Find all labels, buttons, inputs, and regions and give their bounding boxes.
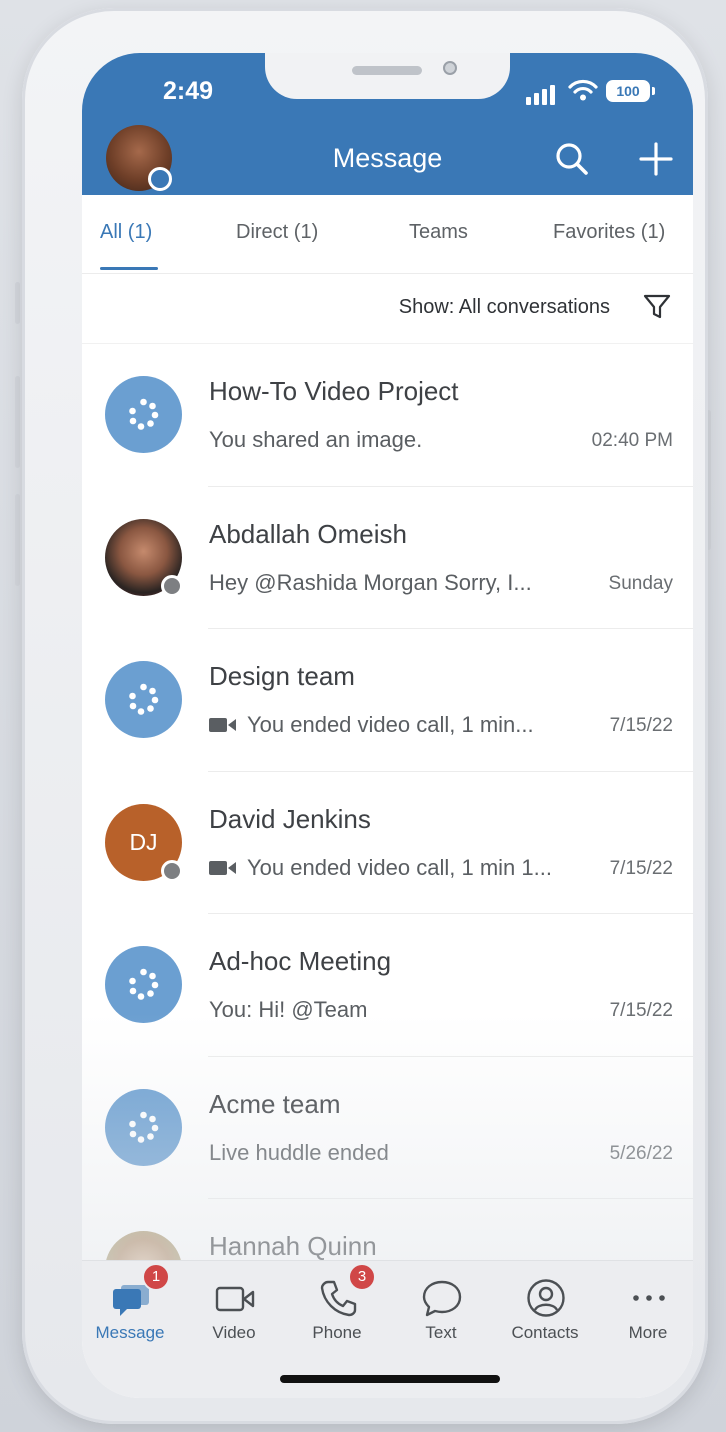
conversation-preview: Live huddle ended: [209, 1139, 389, 1165]
avatar-initials: DJ: [129, 828, 158, 855]
conversation-title: Hannah Quinn: [209, 1231, 377, 1261]
preview-text: You ended video call, 1 min...: [247, 712, 534, 737]
conversation-preview: You shared an image.: [209, 427, 423, 452]
mute-switch: [15, 282, 20, 324]
conversation-preview: You ended video call, 1 min...: [209, 712, 534, 738]
nav-video[interactable]: Video: [182, 1261, 286, 1361]
battery-tip: [652, 87, 655, 95]
nav-label: Contacts: [511, 1323, 579, 1342]
device-notch: [265, 53, 510, 99]
presence-indicator: [161, 859, 183, 882]
conversation-title: Design team: [209, 661, 355, 691]
conversation-time: 7/15/22: [609, 715, 673, 736]
more-dots-icon: [633, 1295, 665, 1301]
page-title: Message: [332, 143, 443, 173]
contacts-icon: [527, 1279, 565, 1317]
volume-down-button: [15, 494, 20, 586]
wifi-icon: [568, 79, 598, 101]
group-avatar: [105, 376, 182, 453]
nav-more[interactable]: More: [596, 1261, 693, 1361]
conversation-row[interactable]: DJ David Jenkins You ended video call, 1…: [82, 772, 693, 914]
conversation-preview: You: Hi! @Team: [209, 997, 368, 1022]
nav-label: Message: [95, 1323, 165, 1342]
filter-icon[interactable]: [643, 293, 671, 321]
conversation-time: 02:40 PM: [591, 430, 673, 451]
device-speaker: [352, 66, 422, 75]
nav-label: More: [628, 1323, 668, 1342]
status-time: 2:49: [162, 77, 214, 105]
video-camera-icon: [209, 860, 236, 875]
tab-teams[interactable]: Teams: [409, 221, 468, 244]
conversation-preview: Hey @Rashida Morgan Sorry, I...: [209, 569, 532, 595]
search-icon[interactable]: [552, 139, 592, 179]
initials-avatar: DJ: [105, 803, 183, 882]
nav-contacts[interactable]: Contacts: [493, 1261, 597, 1361]
conversation-title: How-To Video Project: [209, 376, 459, 406]
group-icon: [129, 683, 159, 715]
contact-avatar: [105, 518, 183, 597]
message-badge: 1: [142, 1263, 170, 1291]
conversation-list: How-To Video Project You shared an image…: [82, 344, 693, 1342]
home-indicator: [280, 1375, 500, 1383]
conversation-time: Sunday: [608, 572, 673, 594]
conversation-preview: You ended video call, 1 min 1...: [209, 855, 552, 881]
chat-bubble-icon: [422, 1280, 462, 1317]
filter-bar: Show: All conversations: [82, 273, 693, 344]
tab-favorites[interactable]: Favorites (1): [553, 221, 665, 244]
conversation-tabs: All (1) Direct (1) Teams Favorites (1): [82, 195, 693, 274]
battery-icon: 100: [606, 80, 650, 102]
conversation-title: Ad-hoc Meeting: [209, 946, 392, 976]
add-icon[interactable]: [636, 139, 676, 179]
video-camera-icon: [209, 718, 236, 732]
filter-label[interactable]: Show: All conversations: [399, 296, 610, 319]
tab-direct[interactable]: Direct (1): [236, 221, 318, 244]
app-screen: 2:49 100 Message All (1) Direct (1) Team…: [82, 53, 693, 1398]
conversation-row[interactable]: Acme team Live huddle ended 5/26/22: [82, 1057, 693, 1199]
group-avatar: [105, 661, 182, 738]
presence-indicator: [161, 574, 183, 597]
status-icons: 100: [526, 79, 656, 105]
conversation-time: 7/15/22: [609, 1000, 673, 1021]
nav-label: Phone: [312, 1323, 362, 1342]
nav-text[interactable]: Text: [389, 1261, 493, 1361]
nav-label: Video: [212, 1323, 256, 1342]
conversation-time: 5/26/22: [609, 1142, 673, 1164]
group-avatar: [105, 1088, 182, 1166]
volume-up-button: [15, 376, 20, 468]
active-tab-indicator: [100, 267, 158, 270]
conversation-row[interactable]: Design team You ended video call, 1 min.…: [82, 629, 693, 772]
conversation-row[interactable]: How-To Video Project You shared an image…: [82, 344, 693, 487]
conversation-row[interactable]: Abdallah Omeish Hey @Rashida Morgan Sorr…: [82, 487, 693, 629]
conversation-title: Acme team: [209, 1088, 341, 1119]
phone-frame: 2:49 100 Message All (1) Direct (1) Team…: [22, 8, 708, 1424]
conversation-title: Abdallah Omeish: [209, 518, 407, 549]
phone-badge: 3: [348, 1263, 376, 1291]
conversation-title: David Jenkins: [209, 803, 371, 834]
tab-all[interactable]: All (1): [100, 221, 152, 244]
conversation-row[interactable]: Ad-hoc Meeting You: Hi! @Team 7/15/22: [82, 914, 693, 1057]
conversation-time: 7/15/22: [609, 857, 673, 879]
nav-message[interactable]: 1 Message: [82, 1261, 182, 1361]
group-icon: [129, 398, 159, 430]
group-avatar: [105, 946, 182, 1023]
nav-phone[interactable]: 3 Phone: [285, 1261, 389, 1361]
video-icon: [215, 1286, 255, 1312]
nav-label: Text: [425, 1323, 457, 1342]
device-camera: [443, 61, 457, 75]
preview-text: You ended video call, 1 min 1...: [247, 854, 552, 880]
group-icon: [129, 968, 159, 1000]
group-icon: [129, 1111, 159, 1143]
